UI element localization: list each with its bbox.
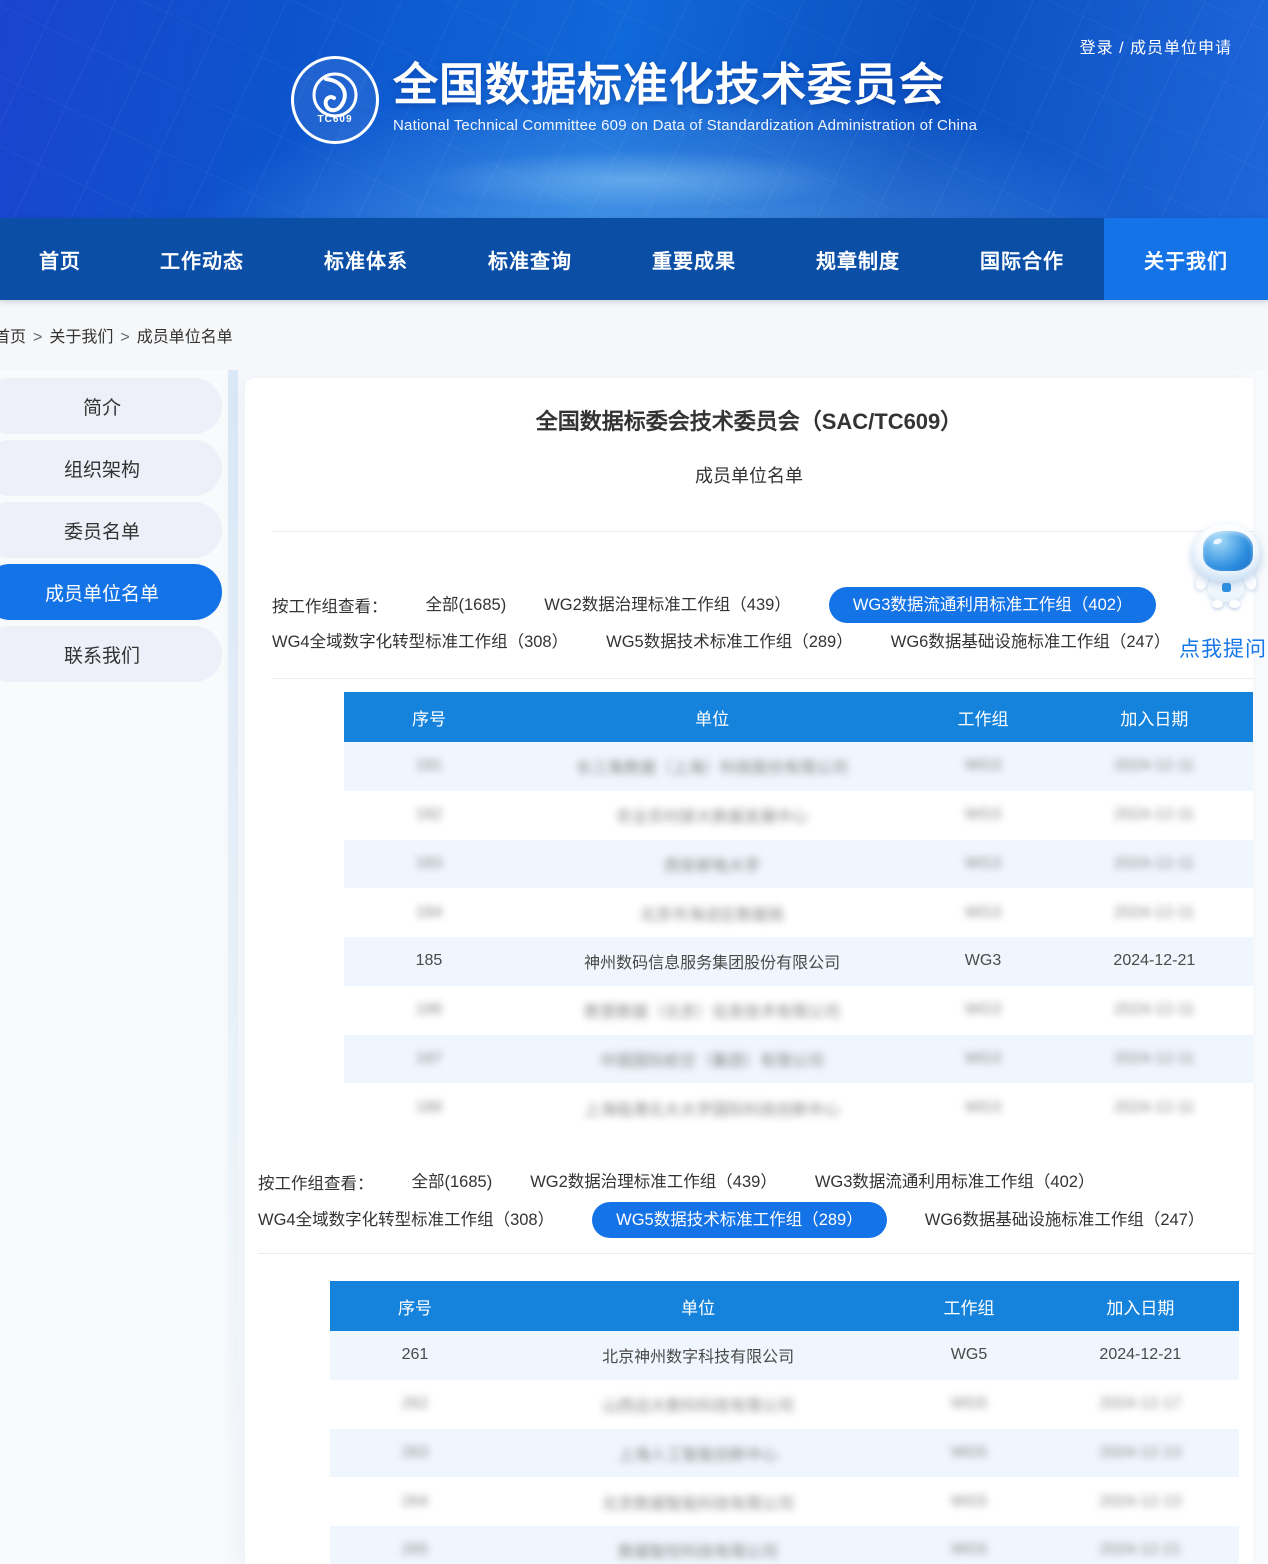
- col-header-wg: 工作组: [944, 1294, 995, 1319]
- col-header-no: 序号: [412, 705, 446, 730]
- workgroup-filter-2: 按工作组查看： 全部(1685) WG2数据治理标准工作组（439） WG3数据…: [258, 1170, 1205, 1238]
- col-header-date: 加入日期: [1120, 705, 1188, 730]
- col-header-date: 加入日期: [1106, 1294, 1174, 1319]
- nav-item-about-us[interactable]: 关于我们: [1104, 218, 1268, 300]
- filter-label: 按工作组查看：: [272, 593, 388, 617]
- ask-me-link[interactable]: 点我提问: [1179, 633, 1267, 663]
- member-table-wg3: 序号 单位 工作组 加入日期 181长三角数据（上海）科技股份有限公司WG320…: [344, 692, 1253, 1132]
- filter-wg4[interactable]: WG4全域数字化转型标准工作组（308）: [272, 631, 568, 653]
- committee-logo-icon: TC609: [291, 56, 379, 144]
- table-row: 187中国国际航空（集团）有限公司WG32024-12-11: [344, 1035, 1253, 1084]
- nav-item-standard-search[interactable]: 标准查询: [448, 218, 612, 300]
- filter-wg6[interactable]: WG6数据基础设施标准工作组（247）: [925, 1209, 1205, 1231]
- filter-wg3[interactable]: WG3数据流通利用标准工作组（402）: [829, 587, 1157, 623]
- filter-all[interactable]: 全部(1685): [426, 594, 507, 616]
- sidebar-item-contact-us[interactable]: 联系我们: [0, 626, 222, 682]
- table-row: 262山西远大数科科技有限公司WG52024-12-17: [330, 1380, 1239, 1429]
- logo-text: TC609: [294, 114, 376, 125]
- sidebar-item-organization[interactable]: 组织架构: [0, 440, 222, 496]
- divider: [258, 1253, 1253, 1254]
- table-row: 184北京市海淀区数据局WG32024-12-11: [344, 888, 1253, 937]
- filter-all[interactable]: 全部(1685): [412, 1171, 493, 1193]
- nav-item-regulations[interactable]: 规章制度: [776, 218, 940, 300]
- member-table-wg5: 序号 单位 工作组 加入日期 261北京神州数字科技有限公司WG52024-12…: [330, 1281, 1239, 1564]
- table-row: 265数据智控科技有限公司WG52024-12-21: [330, 1526, 1239, 1564]
- divider: [272, 678, 1253, 679]
- table-row: 185神州数码信息服务集团股份有限公司WG32024-12-21: [344, 937, 1253, 986]
- col-header-wg: 工作组: [958, 705, 1009, 730]
- assistant-robot-icon[interactable]: [1190, 524, 1262, 608]
- section-wg5: 按工作组查看： 全部(1685) WG2数据治理标准工作组（439） WG3数据…: [231, 1170, 1253, 1564]
- table-row: 186数慧数据（北京）信息技术有限公司WG32024-12-11: [344, 986, 1253, 1035]
- nav-item-international[interactable]: 国际合作: [940, 218, 1104, 300]
- filter-wg5[interactable]: WG5数据技术标准工作组（289）: [606, 631, 853, 653]
- site-title: 全国数据标准化技术委员会: [393, 58, 977, 112]
- filter-wg2[interactable]: WG2数据治理标准工作组（439）: [530, 1171, 777, 1193]
- breadcrumb-about[interactable]: 关于我们: [49, 329, 113, 346]
- filter-wg4[interactable]: WG4全域数字化转型标准工作组（308）: [258, 1209, 554, 1231]
- breadcrumb-member-list[interactable]: 成员单位名单: [137, 329, 233, 346]
- filter-wg5[interactable]: WG5数据技术标准工作组（289）: [592, 1202, 887, 1238]
- filter-label: 按工作组查看：: [258, 1170, 374, 1194]
- sidebar-item-intro[interactable]: 简介: [0, 378, 222, 434]
- sidebar-item-committee-members[interactable]: 委员名单: [0, 502, 222, 558]
- table-header: 序号 单位 工作组 加入日期: [330, 1281, 1239, 1331]
- breadcrumb: 首页 > 关于我们 > 成员单位名单: [0, 300, 1268, 370]
- filter-wg6[interactable]: WG6数据基础设施标准工作组（247）: [891, 631, 1171, 653]
- breadcrumb-home[interactable]: 首页: [0, 329, 26, 346]
- filter-wg2[interactable]: WG2数据治理标准工作组（439）: [544, 594, 791, 616]
- workgroup-filter-1: 按工作组查看： 全部(1685) WG2数据治理标准工作组（439） WG3数据…: [272, 587, 1205, 653]
- breadcrumb-separator: >: [120, 329, 129, 346]
- table-row: 181长三角数据（上海）科技股份有限公司WG32024-12-11: [344, 742, 1253, 791]
- nav-item-achievements[interactable]: 重要成果: [612, 218, 776, 300]
- site-title-en: National Technical Committee 609 on Data…: [393, 117, 977, 134]
- sidebar-item-member-units[interactable]: 成员单位名单: [0, 564, 222, 620]
- col-header-org: 单位: [681, 1294, 715, 1319]
- col-header-no: 序号: [398, 1294, 432, 1319]
- table-row: 188上海临港北大大学国际科技创新中心WG32024-12-11: [344, 1083, 1253, 1132]
- nav-item-news[interactable]: 工作动态: [120, 218, 284, 300]
- banner: 登录 / 成员单位申请 TC609 全国数据标准化技术委员会 National …: [0, 0, 1268, 218]
- table-row: 263上海人工智能创新中心WG52024-12-13: [330, 1429, 1239, 1478]
- brand: TC609 全国数据标准化技术委员会 National Technical Co…: [291, 56, 977, 144]
- table-row: 183西安邮电大学WG32024-12-11: [344, 840, 1253, 889]
- page-subtitle: 成员单位名单: [245, 462, 1253, 488]
- table-row: 182农业农村部大数据发展中心WG32024-12-11: [344, 791, 1253, 840]
- nav-item-home[interactable]: 首页: [0, 218, 120, 300]
- nav-item-standard-system[interactable]: 标准体系: [284, 218, 448, 300]
- table-header: 序号 单位 工作组 加入日期: [344, 692, 1253, 742]
- table-row: 261北京神州数字科技有限公司WG52024-12-21: [330, 1331, 1239, 1380]
- page-title: 全国数据标委会技术委员会（SAC/TC609）: [245, 408, 1253, 436]
- filter-wg3[interactable]: WG3数据流通利用标准工作组（402）: [815, 1171, 1095, 1193]
- main-nav: 首页 工作动态 标准体系 标准查询 重要成果 规章制度 国际合作 关于我们: [0, 218, 1268, 300]
- divider: [272, 531, 1253, 532]
- content-card: 全国数据标委会技术委员会（SAC/TC609） 成员单位名单 按工作组查看： 全…: [245, 378, 1253, 1564]
- col-header-org: 单位: [695, 705, 729, 730]
- main-area: 简介 组织架构 委员名单 成员单位名单 联系我们 全国数据标委会技术委员会（SA…: [0, 370, 1268, 1564]
- breadcrumb-separator: >: [33, 329, 42, 346]
- table-row: 264北京数据智能科技有限公司WG52024-12-13: [330, 1477, 1239, 1526]
- login-link[interactable]: 登录 / 成员单位申请: [1080, 34, 1232, 58]
- page: 登录 / 成员单位申请 TC609 全国数据标准化技术委员会 National …: [0, 0, 1268, 1564]
